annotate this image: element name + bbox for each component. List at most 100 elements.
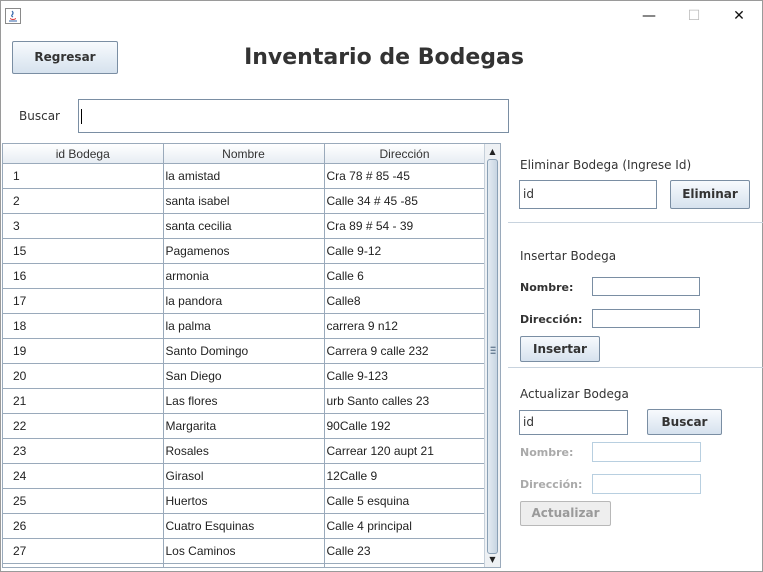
cell-id: 21: [3, 388, 164, 414]
table-row[interactable]: 24 Girasol 12Calle 9: [3, 463, 486, 489]
page-title: Inventario de Bodegas: [244, 45, 524, 70]
close-button[interactable]: ✕: [725, 5, 753, 27]
cell-id: 17: [3, 288, 164, 314]
cell-address: Carrear 120 aupt 21: [324, 438, 486, 464]
insert-name-label: Nombre:: [520, 281, 574, 294]
cell-address: Carrera 9 calle 232: [324, 338, 486, 364]
insert-address-label: Dirección:: [520, 313, 583, 326]
cell-address: Cra 89 # 54 - 39: [324, 213, 486, 239]
table-row[interactable]: 19 Santo Domingo Carrera 9 calle 232: [3, 338, 486, 364]
cell-name: Las flores: [163, 388, 325, 414]
cell-id: 2: [3, 188, 164, 214]
table-row[interactable]: 20 San Diego Calle 9-123: [3, 363, 486, 389]
back-button[interactable]: Regresar: [12, 41, 118, 74]
column-header-name[interactable]: Nombre: [163, 144, 325, 164]
minimize-button[interactable]: —: [635, 5, 663, 27]
cell-id: 27: [3, 538, 164, 564]
delete-id-input[interactable]: id: [519, 180, 657, 209]
cell-id: 1: [3, 163, 164, 189]
table-row[interactable]: [3, 563, 486, 567]
cell-id: 15: [3, 238, 164, 264]
scroll-down-arrow-icon[interactable]: ▼: [485, 553, 500, 567]
table-row[interactable]: 3 santa cecilia Cra 89 # 54 - 39: [3, 213, 486, 239]
cell-address: 12Calle 9: [324, 463, 486, 489]
cell-id: 23: [3, 438, 164, 464]
cell-name: Los Caminos: [163, 538, 325, 564]
cell-address: Cra 78 # 85 -45: [324, 163, 486, 189]
update-button[interactable]: Actualizar: [520, 501, 611, 526]
maximize-button[interactable]: ☐: [680, 5, 708, 27]
cell-name: santa cecilia: [163, 213, 325, 239]
scrollbar-thumb[interactable]: ━ ━ ━: [487, 159, 498, 554]
cell-id: 25: [3, 488, 164, 514]
cell-name: la pandora: [163, 288, 325, 314]
search-input[interactable]: [78, 99, 509, 133]
cell-id: 3: [3, 213, 164, 239]
cell-name: Margarita: [163, 413, 325, 439]
update-address-input[interactable]: [592, 474, 701, 494]
table-row[interactable]: 15 Pagamenos Calle 9-12: [3, 238, 486, 264]
update-name-input[interactable]: [592, 442, 701, 462]
update-panel-title: Actualizar Bodega: [520, 387, 629, 401]
update-search-button[interactable]: Buscar: [647, 409, 722, 435]
cell-name: la amistad: [163, 163, 325, 189]
table-row[interactable]: 27 Los Caminos Calle 23: [3, 538, 486, 564]
cell-address: Calle 9-123: [324, 363, 486, 389]
table-row[interactable]: 22 Margarita 90Calle 192: [3, 413, 486, 439]
text-caret: [81, 109, 82, 124]
cell-name: Santo Domingo: [163, 338, 325, 364]
cell-name: Girasol: [163, 463, 325, 489]
cell-address: 90Calle 192: [324, 413, 486, 439]
java-app-icon: [5, 8, 21, 24]
cell-address: urb Santo calles 23: [324, 388, 486, 414]
cell-name: Huertos: [163, 488, 325, 514]
cell-name: [163, 563, 325, 567]
column-header-id[interactable]: id Bodega: [3, 144, 164, 164]
update-id-input[interactable]: id: [519, 410, 628, 435]
cell-address: Calle 34 # 45 -85: [324, 188, 486, 214]
insert-button[interactable]: Insertar: [520, 336, 600, 362]
search-label: Buscar: [19, 109, 60, 123]
cell-name: Rosales: [163, 438, 325, 464]
cell-id: 19: [3, 338, 164, 364]
maximize-icon: ☐: [687, 8, 701, 24]
scroll-up-arrow-icon[interactable]: ▲: [485, 145, 500, 159]
table-scrollbar[interactable]: ▲ ━ ━ ━ ▼: [484, 144, 500, 567]
cell-name: santa isabel: [163, 188, 325, 214]
cell-id: 22: [3, 413, 164, 439]
table-row[interactable]: 16 armonia Calle 6: [3, 263, 486, 289]
divider: [508, 222, 763, 223]
table-row[interactable]: 21 Las flores urb Santo calles 23: [3, 388, 486, 414]
table-row[interactable]: 17 la pandora Calle8: [3, 288, 486, 314]
cell-name: la palma: [163, 313, 325, 339]
cell-address: Calle8: [324, 288, 486, 314]
table-row[interactable]: 26 Cuatro Esquinas Calle 4 principal: [3, 513, 486, 539]
minimize-icon: —: [642, 8, 656, 24]
cell-address: [324, 563, 486, 567]
column-header-address[interactable]: Dirección: [324, 144, 486, 164]
cell-id: 16: [3, 263, 164, 289]
title-bar: — ☐ ✕: [1, 1, 762, 31]
insert-name-input[interactable]: [592, 277, 700, 296]
delete-button[interactable]: Eliminar: [670, 180, 750, 209]
table-row[interactable]: 18 la palma carrera 9 n12: [3, 313, 486, 339]
update-address-label: Dirección:: [520, 478, 583, 491]
insert-address-input[interactable]: [592, 309, 700, 328]
cell-id: 20: [3, 363, 164, 389]
close-icon: ✕: [733, 8, 745, 24]
cell-id: 24: [3, 463, 164, 489]
table-header: id Bodega Nombre Dirección: [3, 144, 486, 164]
table-row[interactable]: 1 la amistad Cra 78 # 85 -45: [3, 163, 486, 189]
table-row[interactable]: 25 Huertos Calle 5 esquina: [3, 488, 486, 514]
delete-panel-title: Eliminar Bodega (Ingrese Id): [520, 158, 692, 172]
cell-address: Calle 5 esquina: [324, 488, 486, 514]
table-row[interactable]: 2 santa isabel Calle 34 # 45 -85: [3, 188, 486, 214]
cell-name: Pagamenos: [163, 238, 325, 264]
cell-id: 18: [3, 313, 164, 339]
table-row[interactable]: 23 Rosales Carrear 120 aupt 21: [3, 438, 486, 464]
cell-address: Calle 6: [324, 263, 486, 289]
cell-name: Cuatro Esquinas: [163, 513, 325, 539]
cell-id: [3, 563, 164, 567]
cell-address: Calle 4 principal: [324, 513, 486, 539]
cell-id: 26: [3, 513, 164, 539]
